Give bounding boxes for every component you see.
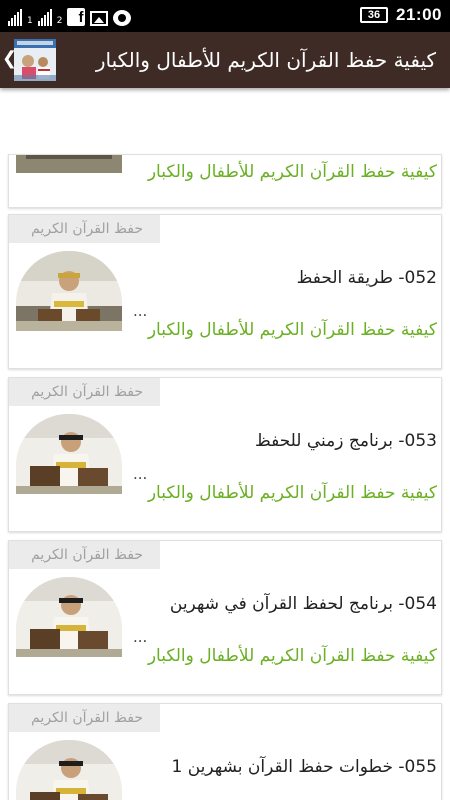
list-item[interactable]: حفظ القرآن الكريم 053- برنامج زمني للحفظ… xyxy=(8,377,442,532)
item-excerpt: ... xyxy=(133,791,148,800)
item-thumbnail xyxy=(16,414,122,494)
clock: 21:00 xyxy=(396,5,442,24)
battery-icon: 36 xyxy=(360,7,389,23)
image-icon xyxy=(90,11,109,26)
status-bar: 1 2 f 36 21:00 xyxy=(0,0,450,32)
item-category-tag: حفظ القرآن الكريم xyxy=(9,704,160,732)
sim2-label: 2 xyxy=(56,16,63,26)
status-bar-system: 36 21:00 xyxy=(360,5,442,25)
item-subtitle: كيفية حفظ القرآن الكريم للأطفال والكبار xyxy=(147,483,437,503)
facebook-icon: f xyxy=(67,8,86,26)
item-excerpt: ... xyxy=(133,628,148,646)
status-bar-notifications: 1 2 f xyxy=(8,6,132,26)
item-thumbnail xyxy=(16,251,122,331)
item-subtitle: كيفية حفظ القرآن الكريم للأطفال والكبار xyxy=(147,320,437,340)
item-excerpt: ... xyxy=(133,465,148,483)
item-thumbnail xyxy=(16,155,122,173)
app-logo[interactable] xyxy=(14,39,56,81)
sim1-label: 1 xyxy=(27,16,33,26)
item-excerpt: ... xyxy=(133,302,148,320)
list-item[interactable]: حفظ القرآن الكريم 052- طريقة الحفظ ... ك… xyxy=(8,214,442,369)
item-title: 054- برنامج لحفظ القرآن في شهرين xyxy=(169,594,437,614)
app-bar: ❮ كيفية حفظ القرآن الكريم للأطفال والكبا… xyxy=(0,32,450,88)
item-thumbnail xyxy=(16,577,122,657)
item-subtitle: كيفية حفظ القرآن الكريم للأطفال والكبار xyxy=(147,162,437,182)
list-item[interactable]: حفظ القرآن الكريم 054- برنامج لحفظ القرآ… xyxy=(8,540,442,695)
chat-icon xyxy=(113,10,132,26)
item-category-tag: حفظ القرآن الكريم xyxy=(9,215,160,243)
app-title: كيفية حفظ القرآن الكريم للأطفال والكبار xyxy=(95,48,436,72)
item-title: 053- برنامج زمني للحفظ xyxy=(254,431,437,451)
list-item[interactable]: كيفية حفظ القرآن الكريم للأطفال والكبار xyxy=(8,154,442,208)
item-title: 052- طريقة الحفظ xyxy=(296,268,437,288)
signal-icon xyxy=(37,8,52,26)
item-thumbnail xyxy=(16,740,122,800)
list-item[interactable]: حفظ القرآن الكريم 055- خطوات حفظ القرآن … xyxy=(8,703,442,800)
item-subtitle: كيفية حفظ القرآن الكريم للأطفال والكبار xyxy=(147,646,437,666)
signal-icon xyxy=(8,8,22,26)
item-category-tag: حفظ القرآن الكريم xyxy=(9,541,160,569)
item-title: 055- خطوات حفظ القرآن بشهرين 1 xyxy=(171,757,437,777)
item-category-tag: حفظ القرآن الكريم xyxy=(9,378,160,406)
article-list[interactable]: كيفية حفظ القرآن الكريم للأطفال والكبار … xyxy=(0,88,450,800)
